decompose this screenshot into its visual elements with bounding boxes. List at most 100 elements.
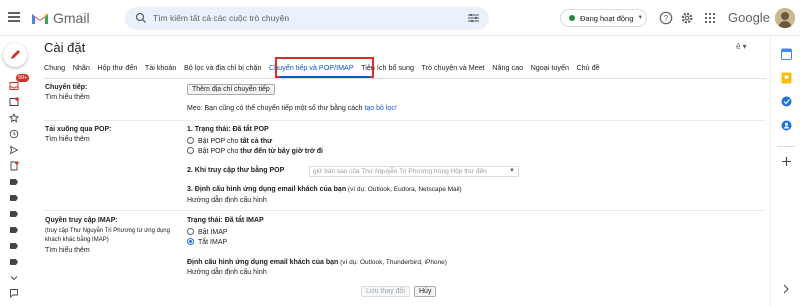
tab-filters[interactable]: Bộ lọc và địa chỉ bị chặn — [184, 63, 262, 72]
clock-icon[interactable] — [9, 129, 19, 139]
imap-config: Định cấu hình ứng dụng email khách của b… — [187, 259, 447, 266]
label-icon[interactable] — [9, 241, 19, 251]
page-title: Cài đặt — [44, 40, 86, 55]
tab-themes[interactable]: Chủ đề — [576, 63, 599, 72]
status-dropdown[interactable]: Đang hoạt động ▼ — [560, 9, 647, 27]
top-bar: Gmail Tìm kiếm tất cả các cuộc trò chuyệ… — [0, 0, 800, 36]
tab-chat-meet[interactable]: Trò chuyện và Meet — [422, 63, 485, 72]
save-changes-button[interactable]: Lưu thay đổi — [361, 286, 410, 297]
imap-off-label: Tắt IMAP — [198, 239, 228, 246]
side-panel-divider — [777, 146, 795, 147]
pop-all-prefix: Bật POP cho — [198, 138, 241, 145]
pop-step2-label: 2. Khi truy cập thư bằng POP — [187, 167, 285, 174]
pencil-icon — [11, 50, 20, 59]
keep-icon[interactable] — [781, 72, 792, 84]
section-divider — [44, 120, 766, 121]
tab-advanced[interactable]: Nâng cao — [492, 63, 523, 72]
gmail-logo[interactable]: Gmail — [31, 10, 90, 26]
contacts-icon[interactable] — [781, 120, 792, 131]
user-avatar-icon — [775, 8, 795, 28]
app-name: Gmail — [53, 10, 90, 26]
pop-action-value: giữ bản sao của Thư Nguyễn Tri Phương tr… — [313, 168, 487, 175]
imap-option-off[interactable]: Tắt IMAP — [187, 238, 227, 246]
pop-step3-rest: (ví dụ: Outlook, Eudora, Netscape Mail) — [346, 186, 462, 193]
chevron-right-icon[interactable] — [782, 284, 790, 294]
svg-text:?: ? — [664, 14, 669, 23]
chat-icon[interactable] — [9, 288, 19, 298]
section-divider — [44, 210, 766, 211]
pop-step3: 3. Định cấu hình ứng dụng email khách củ… — [187, 186, 462, 193]
imap-status: Trạng thái: Đã tắt IMAP — [187, 217, 264, 224]
tasks-icon[interactable] — [781, 96, 792, 107]
imap-off-radio[interactable] — [187, 238, 194, 245]
pop-option-new[interactable]: Bật POP cho thư đến từ bây giờ trở đi — [187, 147, 323, 155]
imap-config-rest: (ví dụ: Outlook, Thunderbird, iPhone) — [338, 259, 447, 266]
label-icon[interactable] — [9, 225, 19, 235]
imap-on-label: Bật IMAP — [198, 229, 228, 236]
pop-option-all[interactable]: Bật POP cho tất cả thư — [187, 137, 272, 145]
tabs-divider — [44, 78, 766, 79]
imap-on-radio[interactable] — [187, 228, 194, 235]
inbox-alt-icon[interactable] — [9, 97, 19, 107]
pop-all-bold: tất cả thư — [240, 138, 273, 145]
gear-icon[interactable] — [680, 11, 694, 25]
pop-label: Tải xuống qua POP: — [45, 126, 112, 133]
label-icon[interactable] — [9, 177, 19, 187]
input-tools-toggle[interactable]: ê ▾ — [736, 42, 747, 51]
help-icon[interactable]: ? — [659, 11, 673, 25]
imap-config-bold: Định cấu hình ứng dụng email khách của b… — [187, 259, 339, 266]
search-options-icon[interactable] — [468, 13, 479, 23]
search-icon[interactable] — [135, 12, 147, 24]
left-nav: 99+ — [0, 36, 30, 306]
chevron-down-icon: ▼ — [509, 168, 515, 174]
forwarding-label: Chuyển tiếp: — [45, 84, 88, 91]
google-logo[interactable]: Google — [728, 10, 770, 25]
pop-new-prefix: Bật POP cho — [198, 148, 241, 155]
tab-labels[interactable]: Nhãn — [73, 63, 90, 72]
avatar[interactable] — [775, 8, 795, 28]
cancel-button[interactable]: Hủy — [414, 286, 437, 297]
inbox-count-badge: 99+ — [16, 74, 30, 82]
imap-config-link[interactable]: Hướng dẫn định cấu hình — [187, 269, 267, 276]
side-panel — [770, 36, 800, 306]
status-dot-icon — [569, 15, 575, 21]
tab-accounts[interactable]: Tài khoản — [145, 63, 177, 72]
tab-offline[interactable]: Ngoại tuyến — [531, 63, 569, 72]
gmail-m-icon — [32, 14, 48, 24]
add-forwarding-address-button[interactable]: Thêm địa chỉ chuyển tiếp — [187, 84, 275, 95]
search-bar[interactable]: Tìm kiếm tất cả các cuộc trò chuyện — [125, 7, 489, 30]
pop-step3-bold: 3. Định cấu hình ứng dụng email khách củ… — [187, 186, 347, 193]
apps-grid-icon[interactable] — [703, 11, 717, 25]
label-icon[interactable] — [9, 209, 19, 219]
calendar-icon[interactable] — [781, 48, 792, 60]
imap-learn-more-link[interactable]: Tìm hiểu thêm — [45, 247, 90, 254]
pop-config-link[interactable]: Hướng dẫn định cấu hình — [187, 197, 267, 204]
pop-all-radio[interactable] — [187, 137, 194, 144]
pop-status: 1. Trạng thái: Đã tắt POP — [187, 126, 269, 133]
pop-new-bold: thư đến từ bây giờ trở đi — [240, 148, 323, 155]
imap-description-line2: khách khác bằng IMAP) — [45, 237, 109, 243]
tab-general[interactable]: Chung — [44, 63, 65, 72]
forwarding-learn-more-link[interactable]: Tìm hiểu thêm — [45, 94, 90, 101]
imap-label: Quyền truy cập IMAP: — [45, 217, 118, 224]
pop-action-select[interactable]: giữ bản sao của Thư Nguyễn Tri Phương tr… — [309, 166, 519, 177]
add-addon-icon[interactable] — [781, 156, 792, 167]
chevron-down-icon: ▼ — [637, 15, 644, 21]
imap-option-on[interactable]: Bật IMAP — [187, 228, 228, 236]
main-menu-icon[interactable] — [8, 12, 20, 22]
tab-inbox[interactable]: Hộp thư đến — [97, 63, 137, 72]
pop-learn-more-link[interactable]: Tìm hiểu thêm — [45, 136, 90, 143]
tab-highlight-box — [275, 57, 374, 78]
draft-icon[interactable] — [9, 161, 19, 171]
forwarding-tip: Mẹo: Bạn cũng có thể chuyển tiếp một số … — [187, 105, 397, 112]
label-icon[interactable] — [9, 193, 19, 203]
pop-new-radio[interactable] — [187, 147, 194, 154]
chevron-down-icon[interactable] — [9, 273, 19, 283]
inbox-icon[interactable] — [9, 81, 19, 91]
send-icon[interactable] — [9, 145, 19, 155]
create-filter-link[interactable]: tạo bộ lọc! — [364, 105, 396, 112]
star-icon[interactable] — [9, 113, 19, 123]
compose-button[interactable] — [3, 43, 27, 67]
label-icon[interactable] — [9, 257, 19, 267]
search-input[interactable]: Tìm kiếm tất cả các cuộc trò chuyện — [153, 13, 289, 23]
